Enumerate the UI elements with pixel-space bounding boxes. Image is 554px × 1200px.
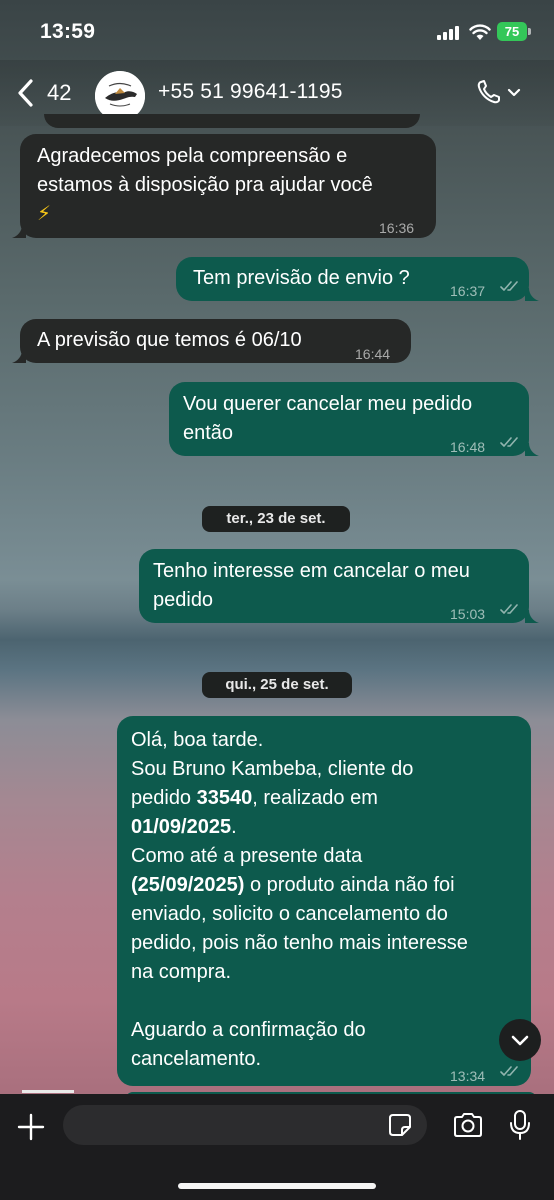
message-bubble-incoming[interactable]: Agradecemos pela compreensão e estamos à… bbox=[20, 134, 436, 238]
phone-icon[interactable] bbox=[476, 78, 524, 106]
bubble-tail bbox=[525, 288, 539, 301]
message-text: Vou querer cancelar meu pedido então bbox=[183, 390, 472, 448]
message-text: Olá, boa tarde. Sou Bruno Kambeba, clien… bbox=[131, 726, 468, 1074]
chevron-down-icon bbox=[511, 1035, 529, 1046]
status-bar: 13:59 75 bbox=[0, 0, 554, 60]
signal-icon bbox=[437, 26, 463, 40]
battery-indicator: 75 bbox=[497, 22, 527, 41]
double-check-icon bbox=[500, 437, 518, 447]
plus-icon[interactable] bbox=[16, 1112, 46, 1142]
message-line: então bbox=[183, 422, 234, 444]
message-line: Sou Bruno Kambeba, cliente do bbox=[131, 758, 414, 780]
message-text: A previsão que temos é 06/10 bbox=[37, 329, 302, 351]
message-fragment: . bbox=[231, 816, 237, 838]
divider bbox=[22, 1090, 74, 1093]
message-time: 16:44 bbox=[355, 346, 391, 362]
message-line: pedido 33540, realizado em bbox=[131, 784, 468, 813]
message-fragment: o produto ainda não foi bbox=[244, 874, 455, 896]
order-date: 01/09/2025 bbox=[131, 816, 232, 838]
message-fragment: , realizado em bbox=[252, 787, 378, 809]
message-time: 16:36 bbox=[379, 220, 415, 236]
message-line: Como até a presente data bbox=[131, 845, 363, 867]
current-date: (25/09/2025) bbox=[131, 874, 245, 896]
message-line: Agradecemos pela compreensão e bbox=[37, 145, 348, 167]
message-time: 16:37 bbox=[450, 283, 486, 299]
message-fragment: pedido bbox=[131, 787, 197, 809]
bubble-tail bbox=[525, 610, 539, 623]
lightning-emoji: ⚡ bbox=[37, 203, 52, 225]
bubble-tail bbox=[12, 225, 26, 238]
message-bubble-outgoing[interactable]: Tenho interesse em cancelar o meu pedido… bbox=[139, 549, 529, 623]
message-line: pedido, pois não tenho mais interesse bbox=[131, 932, 468, 954]
bubble-tail bbox=[12, 350, 26, 363]
message-text: Tem previsão de envio ? bbox=[193, 267, 410, 289]
double-check-icon bbox=[500, 1066, 518, 1076]
message-line: 01/09/2025. bbox=[131, 813, 468, 842]
message-text: Tenho interesse em cancelar o meu pedido bbox=[153, 557, 470, 615]
message-line: Tenho interesse em cancelar o meu bbox=[153, 560, 470, 582]
unread-count[interactable]: 42 bbox=[47, 80, 71, 106]
message-bubble-outgoing[interactable]: Vou querer cancelar meu pedido então 16:… bbox=[169, 382, 529, 456]
message-line: cancelamento. bbox=[131, 1048, 262, 1070]
message-input[interactable] bbox=[63, 1105, 427, 1145]
camera-icon[interactable] bbox=[452, 1112, 484, 1138]
battery-tip bbox=[528, 28, 531, 35]
date-separator: ter., 23 de set. bbox=[202, 506, 350, 532]
message-text: Agradecemos pela compreensão e estamos à… bbox=[37, 142, 373, 229]
date-separator: qui., 25 de set. bbox=[202, 672, 352, 698]
message-bubble-outgoing[interactable]: Olá, boa tarde. Sou Bruno Kambeba, clien… bbox=[117, 716, 531, 1086]
double-check-icon bbox=[500, 604, 518, 614]
message-time: 13:34 bbox=[450, 1068, 486, 1084]
message-line: Vou querer cancelar meu pedido bbox=[183, 393, 473, 415]
message-time: 15:03 bbox=[450, 606, 486, 622]
message-line: na compra. bbox=[131, 961, 232, 983]
status-time: 13:59 bbox=[40, 20, 96, 43]
microphone-icon[interactable] bbox=[508, 1109, 532, 1141]
message-time: 16:48 bbox=[450, 439, 486, 455]
message-line: pedido bbox=[153, 589, 214, 611]
message-line: enviado, solicito o cancelamento do bbox=[131, 903, 448, 925]
wifi-icon bbox=[469, 24, 491, 40]
double-check-icon bbox=[500, 281, 518, 291]
scroll-to-bottom-button[interactable] bbox=[499, 1019, 541, 1061]
message-line: Aguardo a confirmação do bbox=[131, 1019, 366, 1041]
home-indicator bbox=[178, 1183, 376, 1189]
message-line: (25/09/2025) o produto ainda não foi bbox=[131, 871, 468, 900]
order-number: 33540 bbox=[196, 787, 253, 809]
message-line: Olá, boa tarde. bbox=[131, 729, 264, 751]
chevron-left-icon[interactable] bbox=[14, 78, 40, 108]
message-bubble-partial bbox=[44, 114, 420, 128]
message-line: estamos à disposição pra ajudar você bbox=[37, 174, 373, 196]
message-bubble-outgoing[interactable]: Tem previsão de envio ? 16:37 bbox=[176, 257, 529, 301]
contact-name[interactable]: +55 51 99641-1195 bbox=[158, 80, 343, 104]
message-bubble-incoming[interactable]: A previsão que temos é 06/10 16:44 bbox=[20, 319, 411, 363]
bubble-tail bbox=[525, 443, 539, 456]
sticker-icon[interactable] bbox=[388, 1113, 412, 1137]
